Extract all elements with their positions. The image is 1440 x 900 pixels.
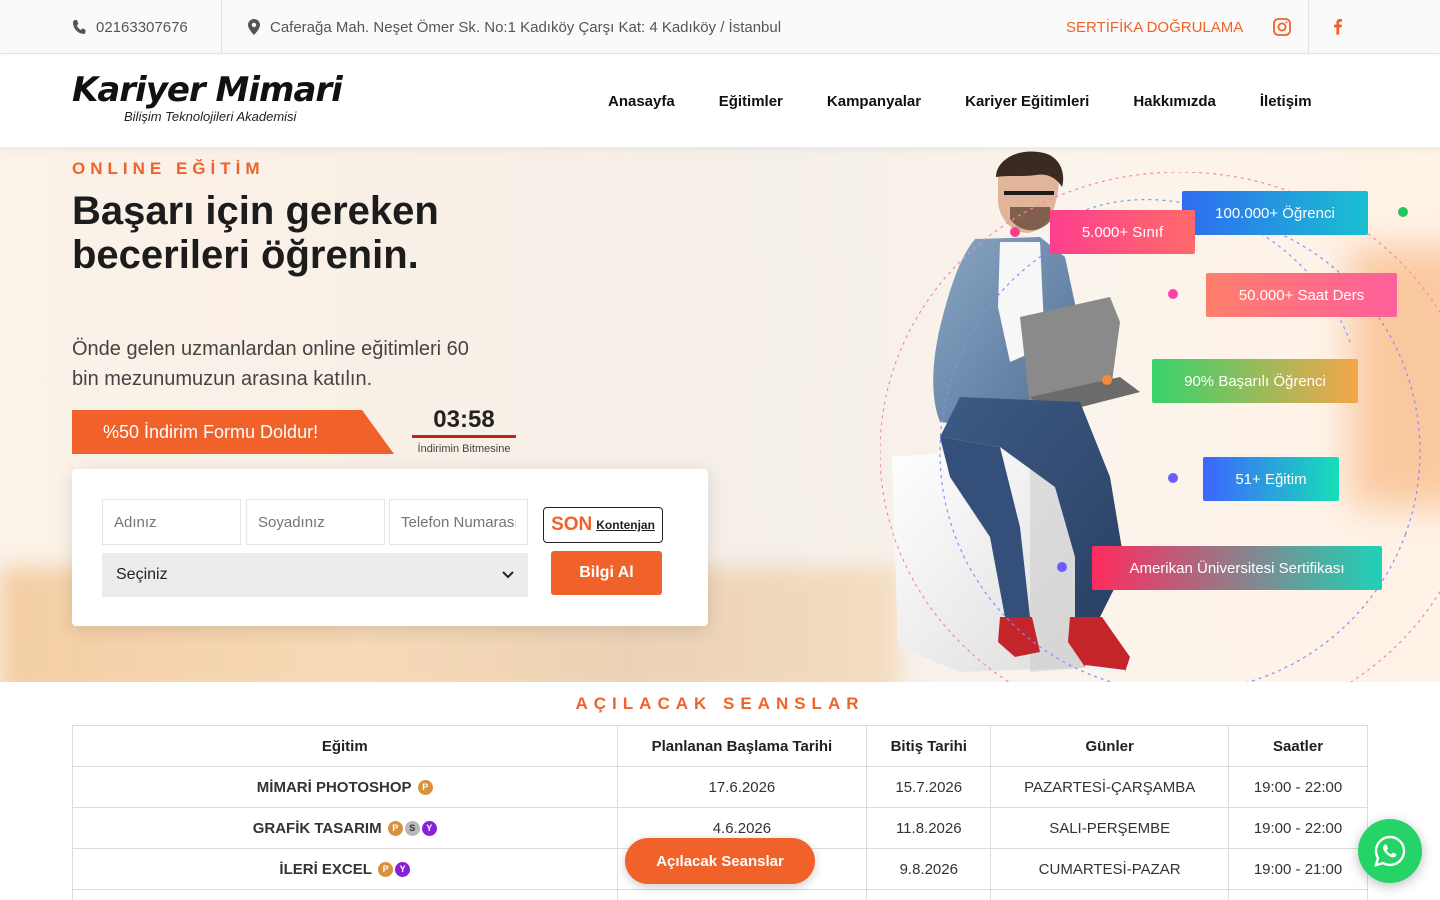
whatsapp-icon bbox=[1374, 835, 1406, 867]
sessions-title: AÇILACAK SEANSLAR bbox=[575, 694, 865, 713]
discount-timer: 03:58 İndirimin Bitmesine bbox=[412, 405, 516, 455]
address: Caferağa Mah. Neşet Ömer Sk. No:1 Kadıkö… bbox=[248, 0, 781, 54]
nav-item-about[interactable]: Hakkımızda bbox=[1133, 93, 1216, 110]
chevron-down-icon bbox=[502, 571, 514, 579]
end-date-cell: 15.7.2026 bbox=[866, 766, 992, 808]
training-select[interactable]: Seçiniz bbox=[102, 553, 528, 597]
table-row[interactable]: MİMARİ PHOTOSHOP P 17.6.2026 15.7.2026 P… bbox=[72, 766, 1368, 808]
column-header-days: Günler bbox=[990, 725, 1230, 767]
orbit-dot bbox=[1398, 207, 1408, 217]
table-header-row: Eğitim Planlanan Başlama Tarihi Bitiş Ta… bbox=[72, 725, 1368, 767]
last-seats-big: SON bbox=[551, 514, 593, 535]
start-date-cell: 17.6.2026 bbox=[616, 766, 868, 808]
hero-subline: Önde gelen uzmanlardan online eğitimleri… bbox=[72, 338, 469, 390]
signup-form: Seçiniz SON Kontenjan Bilgi Al bbox=[72, 469, 708, 626]
timer-value: 03:58 bbox=[412, 405, 516, 438]
table-row bbox=[72, 889, 1368, 900]
stat-badge-students: 100.000+ Öğrenci bbox=[1182, 191, 1368, 235]
days-cell: CUMARTESİ-PAZAR bbox=[990, 848, 1230, 890]
hours-cell: 19:00 - 21:00 bbox=[1228, 848, 1368, 890]
tag-y-badge: Y bbox=[421, 821, 437, 837]
training-name-cell: GRAFİK TASARIM PSY bbox=[72, 807, 618, 849]
training-name-cell: MİMARİ PHOTOSHOP P bbox=[72, 766, 618, 808]
certificate-verify-link[interactable]: SERTİFİKA DOĞRULAMA bbox=[1066, 0, 1243, 54]
empty-cell bbox=[1228, 889, 1368, 900]
instagram-icon[interactable] bbox=[1272, 17, 1292, 37]
column-header-hours: Saatler bbox=[1228, 725, 1368, 767]
last-seats-badge: SON Kontenjan bbox=[543, 507, 663, 543]
stat-badge-hours: 50.000+ Saat Ders bbox=[1206, 273, 1397, 317]
nav-item-trainings[interactable]: Eğitimler bbox=[719, 93, 783, 110]
column-header-end: Bitiş Tarihi bbox=[866, 725, 992, 767]
empty-cell bbox=[72, 889, 618, 900]
stat-badge-certificate: Amerikan Üniversitesi Sertifikası bbox=[1092, 546, 1382, 590]
main-nav: Anasayfa Eğitimler Kampanyalar Kariyer E… bbox=[586, 55, 1334, 147]
tag-p-badge: P bbox=[387, 821, 403, 837]
social-divider bbox=[1308, 0, 1309, 54]
stat-badge-classes: 5.000+ Sınıf bbox=[1050, 210, 1195, 254]
phone-number[interactable]: 02163307676 bbox=[96, 19, 188, 36]
location-pin-icon bbox=[248, 19, 260, 35]
hero-headline: Başarı için gereken becerileri öğrenin. bbox=[72, 189, 439, 277]
whatsapp-button[interactable] bbox=[1358, 819, 1422, 883]
timer-caption: İndirimin Bitmesine bbox=[417, 443, 511, 455]
nav-item-home[interactable]: Anasayfa bbox=[608, 93, 675, 110]
discount-banner: %50 İndirim Formu Doldur! bbox=[72, 410, 394, 454]
orbit-dot bbox=[1102, 375, 1112, 385]
nav-item-career-trainings[interactable]: Kariyer Eğitimleri bbox=[965, 93, 1089, 110]
orbit-dot bbox=[1168, 473, 1178, 483]
hero-eyebrow: ONLINE EĞİTİM bbox=[72, 159, 265, 178]
top-bar: 02163307676 Caferağa Mah. Neşet Ömer Sk.… bbox=[0, 0, 1440, 54]
training-name: İLERİ EXCEL bbox=[279, 860, 372, 878]
nav-item-campaigns[interactable]: Kampanyalar bbox=[827, 93, 921, 110]
logo-tagline: Bilişim Teknolojileri Akademisi bbox=[124, 109, 297, 124]
first-name-input[interactable] bbox=[102, 499, 241, 545]
phone-icon bbox=[73, 20, 86, 34]
orbit-dot bbox=[1168, 289, 1178, 299]
days-cell: SALI-PERŞEMBE bbox=[990, 807, 1230, 849]
logo[interactable]: Kariyer Mimari Bilişim Teknolojileri Aka… bbox=[72, 71, 352, 131]
empty-cell bbox=[866, 889, 992, 900]
days-cell: PAZARTESİ-ÇARŞAMBA bbox=[990, 766, 1230, 808]
empty-cell bbox=[990, 889, 1230, 900]
site-header: Kariyer Mimari Bilişim Teknolojileri Aka… bbox=[0, 55, 1440, 147]
tag-p-badge: P bbox=[378, 862, 394, 878]
column-header-training: Eğitim bbox=[72, 725, 618, 767]
tag-y-badge: Y bbox=[395, 862, 411, 878]
orbit-dot bbox=[1010, 227, 1020, 237]
end-date-cell: 11.8.2026 bbox=[866, 807, 992, 849]
column-header-start: Planlanan Başlama Tarihi bbox=[616, 725, 868, 767]
address-text: Caferağa Mah. Neşet Ömer Sk. No:1 Kadıkö… bbox=[270, 18, 782, 36]
training-select-value: Seçiniz bbox=[116, 566, 168, 583]
logo-brand: Kariyer Mimari bbox=[72, 70, 343, 110]
empty-cell bbox=[616, 889, 868, 900]
tag-p-badge: P bbox=[417, 780, 433, 796]
hero-section: ONLINE EĞİTİM Başarı için gereken beceri… bbox=[0, 147, 1440, 682]
phone-input[interactable] bbox=[389, 499, 528, 545]
topbar-divider bbox=[221, 0, 222, 54]
last-seats-small: Kontenjan bbox=[596, 518, 655, 532]
nav-item-contact[interactable]: İletişim bbox=[1260, 93, 1312, 110]
orbit-dot bbox=[1057, 562, 1067, 572]
get-info-button[interactable]: Bilgi Al bbox=[551, 551, 662, 595]
training-name-cell: İLERİ EXCEL PY bbox=[72, 848, 618, 890]
facebook-icon[interactable] bbox=[1330, 17, 1346, 37]
tag-s-badge: S bbox=[404, 821, 420, 837]
hours-cell: 19:00 - 22:00 bbox=[1228, 807, 1368, 849]
phone-contact[interactable]: 02163307676 bbox=[72, 0, 188, 54]
end-date-cell: 9.8.2026 bbox=[866, 848, 992, 890]
training-name: GRAFİK TASARIM bbox=[252, 819, 382, 837]
training-name: MİMARİ PHOTOSHOP bbox=[256, 778, 412, 796]
stat-badge-success: 90% Başarılı Öğrenci bbox=[1152, 359, 1358, 403]
stat-badge-trainings: 51+ Eğitim bbox=[1203, 457, 1339, 501]
upcoming-sessions-button[interactable]: Açılacak Seanslar bbox=[625, 838, 815, 884]
hours-cell: 19:00 - 22:00 bbox=[1228, 766, 1368, 808]
last-name-input[interactable] bbox=[246, 499, 385, 545]
